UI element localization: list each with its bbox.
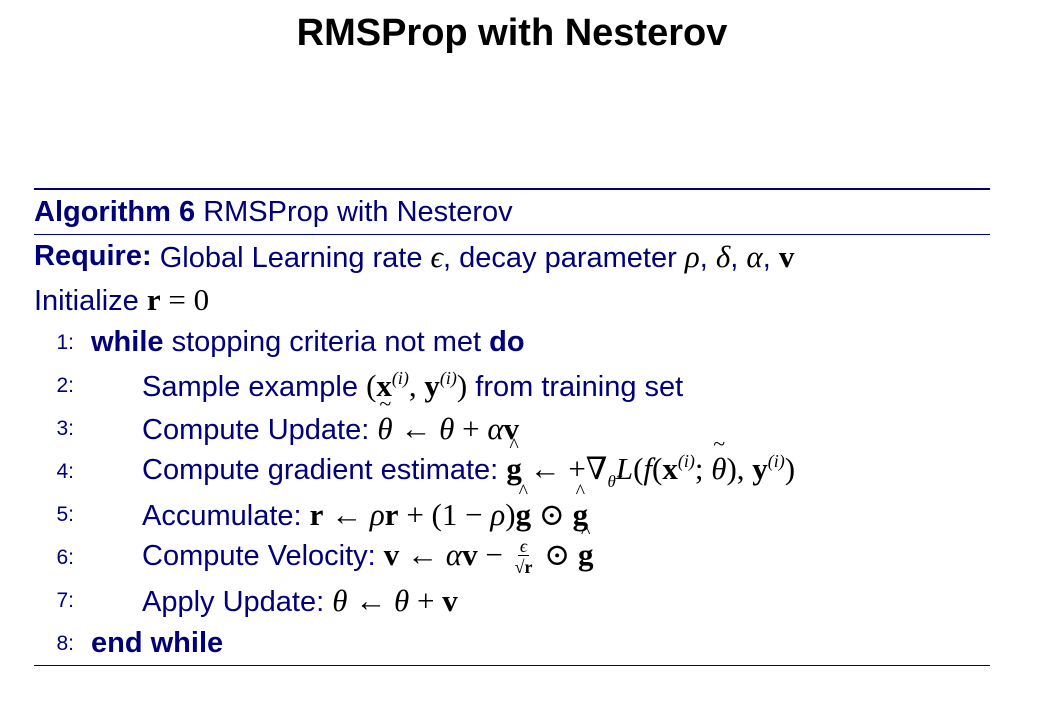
step-text: Accumulate: r ← ρr + (1 − ρ)g ⊙ g — [142, 481, 588, 533]
algorithm-caption: Algorithm 6 RMSProp with Nesterov — [34, 190, 990, 234]
line-number: 4: — [56, 459, 74, 483]
require-text: Global Learning rate ϵ, decay parameter … — [159, 238, 795, 274]
require-line: Require: Global Learning rate ϵ, decay p… — [34, 235, 990, 278]
algorithm-name: RMSProp with Nesterov — [203, 195, 513, 228]
algorithm-box: Algorithm 6 RMSProp with Nesterov Requir… — [34, 188, 990, 666]
step-line-7: 7: Apply Update: θ ← θ + v — [34, 579, 990, 622]
line-number: 5: — [56, 502, 74, 526]
step-text: Compute Update: θ ← θ + αv — [142, 391, 519, 447]
step-line-4: 4: Compute gradient estimate: g ← +∇θ̃L(… — [34, 431, 990, 493]
step-line-8: 8: end while — [34, 622, 990, 665]
step-text: end while — [91, 627, 224, 659]
init-text: Initialize r = 0 — [34, 281, 210, 317]
line-number: 7: — [56, 588, 74, 612]
step-line-2: 2: Sample example (x(i), y(i)) from trai… — [34, 364, 990, 407]
line-number: 2: — [56, 373, 74, 397]
step-text: while stopping criteria not met do — [91, 326, 525, 358]
line-number: 3: — [56, 416, 74, 440]
step-text: Compute Velocity: v ← αv − ϵ √r ⊙ g — [142, 521, 593, 578]
line-number: 1: — [56, 330, 74, 354]
step-line-1: 1: while stopping criteria not met do — [34, 321, 990, 364]
init-line: Initialize r = 0 — [34, 278, 990, 321]
require-label: Require: — [34, 240, 152, 272]
step-text: Sample example (x(i), y(i)) from trainin… — [142, 367, 684, 403]
bottom-rule — [34, 665, 990, 666]
step-line-5: 5: Accumulate: r ← ρr + (1 − ρ)g ⊙ g — [34, 481, 990, 536]
line-number: 6: — [56, 545, 74, 569]
step-line-6: 6: Compute Velocity: v ← αv − ϵ √r ⊙ g — [34, 521, 990, 579]
step-text: Apply Update: θ ← θ + v — [142, 582, 458, 618]
step-text: Compute gradient estimate: g ← +∇θ̃L(f(x… — [142, 431, 795, 492]
line-number: 8: — [56, 631, 74, 655]
algorithm-label: Algorithm 6 — [34, 195, 196, 228]
slide-title: RMSProp with Nesterov — [296, 12, 728, 54]
